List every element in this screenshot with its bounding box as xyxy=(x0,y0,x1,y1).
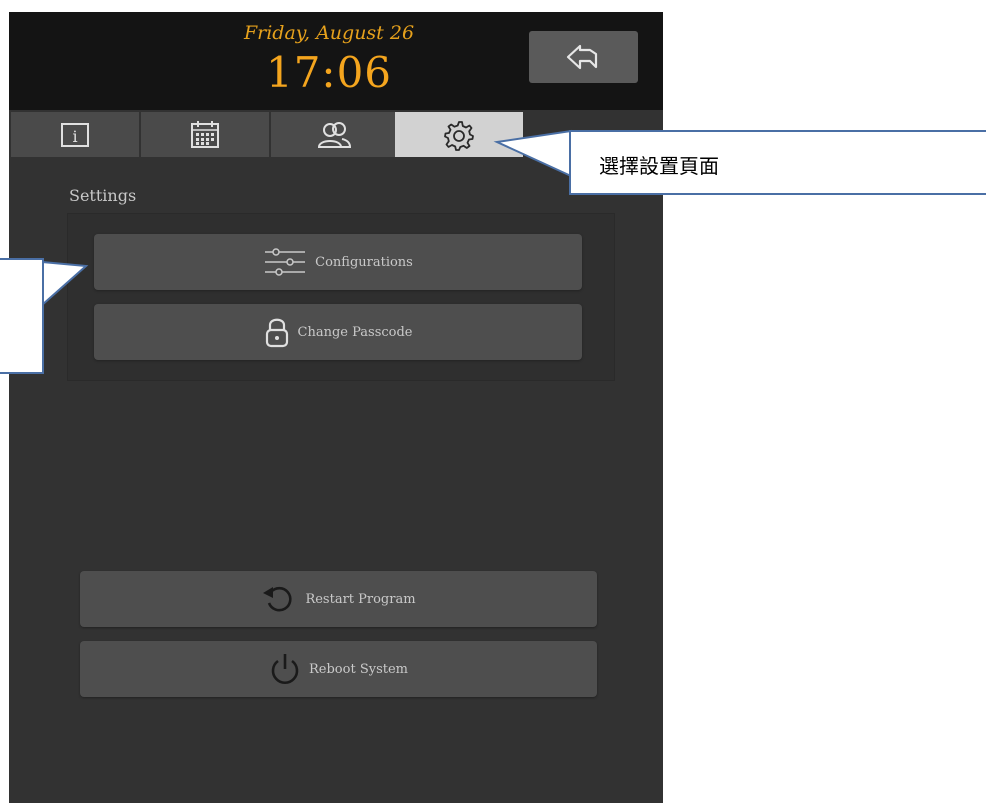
calendar-icon xyxy=(191,120,219,148)
configurations-label: Configurations xyxy=(315,254,413,270)
top-bar: Friday, August 26 17:06 xyxy=(9,12,663,110)
configurations-callout xyxy=(0,258,44,374)
settings-section-label: Settings xyxy=(69,186,137,205)
settings-group: Configurations Change Passcode xyxy=(67,213,615,381)
back-button[interactable] xyxy=(529,31,638,83)
sliders-icon xyxy=(265,248,306,276)
lock-icon xyxy=(265,318,288,348)
tab-settings[interactable] xyxy=(395,112,523,157)
info-icon: i xyxy=(61,122,89,147)
time-display: 17:06 xyxy=(265,48,393,97)
restart-program-button[interactable]: Restart Program xyxy=(80,571,597,627)
change-passcode-label: Change Passcode xyxy=(297,324,413,340)
device-screen: Friday, August 26 17:06 i Settings Confi… xyxy=(9,12,663,803)
restart-icon xyxy=(263,586,293,612)
svg-text:i: i xyxy=(72,127,77,146)
back-arrow-icon xyxy=(566,44,597,70)
change-passcode-button[interactable]: Change Passcode xyxy=(94,304,582,360)
tab-calendar[interactable] xyxy=(141,112,269,157)
date-display: Friday, August 26 xyxy=(243,22,415,44)
tab-users[interactable] xyxy=(271,112,399,157)
callout-text: 選擇設置頁面 xyxy=(599,154,719,178)
reboot-system-label: Reboot System xyxy=(309,661,408,677)
tab-bar: i xyxy=(9,112,663,157)
configurations-button[interactable]: Configurations xyxy=(94,234,582,290)
power-icon xyxy=(271,654,299,684)
settings-callout: 選擇設置頁面 xyxy=(569,130,986,195)
tab-info[interactable]: i xyxy=(11,112,139,157)
reboot-system-button[interactable]: Reboot System xyxy=(80,641,597,697)
gear-icon xyxy=(444,120,474,151)
restart-program-label: Restart Program xyxy=(305,591,416,607)
users-icon xyxy=(317,121,352,148)
